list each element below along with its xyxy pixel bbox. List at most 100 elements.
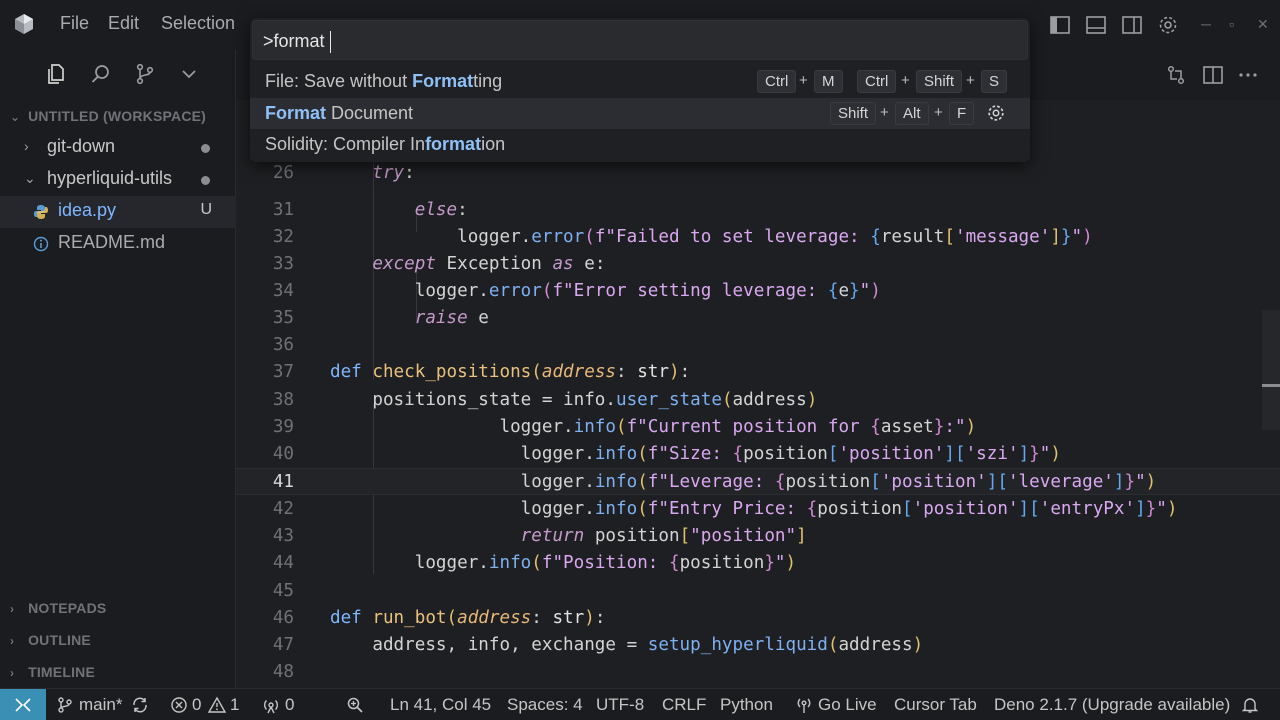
code-line: 42 logger.info(f"Entry Price: {position[… [272,499,1178,519]
deno-version-status[interactable]: Deno 2.1.7 (Upgrade available) [994,695,1230,715]
scrollbar-thumb[interactable] [1262,384,1280,387]
remote-connection-icon [15,698,31,712]
timeline-section[interactable]: › TIMELINE [10,664,95,680]
ports-count[interactable]: 0 [285,695,294,715]
code-line: 32 logger.error(f"Failed to set leverage… [272,227,1093,247]
sync-icon[interactable] [131,696,149,714]
chevron-right-icon: › [24,138,29,154]
search-icon[interactable] [89,62,113,86]
code-line: 37 def check_positions(address: str): [272,362,691,382]
menu-selection[interactable]: Selection [161,13,235,34]
status-bar: main* 0 1 0 Ln 41, Col 45 Spaces: 4 UTF-… [0,688,1280,720]
zoom-search-icon[interactable] [346,696,364,714]
compare-changes-icon[interactable] [1165,64,1187,86]
menu-file[interactable]: File [60,13,89,34]
source-control-icon[interactable] [133,62,157,86]
scrollbar-track[interactable] [1262,310,1280,430]
keybinding-key: Shift [916,70,963,93]
keybinding-key: Ctrl [857,70,897,93]
code-line: 34 logger.error(f"Error setting leverage… [272,281,881,301]
code-line: 44 logger.info(f"Position: {position}") [272,553,797,573]
keybinding-key: S [981,70,1008,93]
code-line: 36 [272,335,294,355]
code-line: 39 logger.info(f"Current position for {a… [272,417,977,437]
explorer-sidebar: ⌄ UNTITLED (WORKSPACE) › git-down ⌄ hype… [0,50,236,688]
code-line: 43 return position["position"] [272,526,807,546]
tree-file-idea-py[interactable]: idea.py U [0,196,236,228]
configure-keybinding-gear-icon[interactable] [986,103,1006,123]
tree-file-readme[interactable]: README.md [0,228,236,260]
encoding[interactable]: UTF-8 [596,695,644,715]
workspace-header[interactable]: ⌄ UNTITLED (WORKSPACE) [10,108,206,124]
notifications-bell-icon[interactable] [1241,696,1259,714]
maximize-icon[interactable]: ▫ [1229,16,1234,32]
code-line: 38 positions_state = info.user_state(add… [272,390,818,410]
outline-section[interactable]: › OUTLINE [10,632,91,648]
tree-folder-hyperliquid-utils[interactable]: ⌄ hyperliquid-utils [0,164,236,196]
code-line: 35 raise e [272,308,489,328]
go-live-broadcast-icon [797,698,811,713]
language-mode[interactable]: Python [720,695,773,715]
tree-item-label: README.md [58,232,166,252]
modified-dot-icon [201,144,210,153]
keybinding-key: M [814,70,843,93]
explorer-files-icon[interactable] [44,62,68,86]
code-line: 47 address, info, exchange = setup_hyper… [272,635,924,655]
code-editor[interactable]: 26 try: 31 else: 32 logger.error(f"Faile… [236,100,1280,688]
toggle-secondary-sidebar-icon[interactable] [1121,14,1143,36]
branch-icon [58,697,72,713]
warning-count[interactable]: 1 [230,695,239,715]
palette-item-save-without-formatting[interactable]: File: Save without Formatting Ctrl + M C… [250,66,1030,97]
toggle-panel-icon[interactable] [1085,14,1107,36]
palette-item-solidity-compiler-information[interactable]: Solidity: Compiler Information [250,129,1030,160]
keybinding-key: Shift [830,102,877,125]
chevron-right-icon: › [10,602,15,616]
python-file-icon [34,205,48,219]
cursor-position[interactable]: Ln 41, Col 45 [390,695,491,715]
chevron-down-icon[interactable] [177,62,201,86]
ports-broadcast-icon [264,700,278,714]
minimize-icon[interactable]: ─ [1201,16,1211,32]
chevron-down-icon: ⌄ [24,170,36,186]
chevron-right-icon: › [10,634,15,648]
close-icon[interactable]: ✕ [1257,16,1269,33]
code-line: 40 logger.info(f"Size: {position['positi… [272,444,1061,464]
modified-dot-icon [201,176,210,185]
cursor-tab-status[interactable]: Cursor Tab [894,695,977,715]
notepads-section[interactable]: › NOTEPADS [10,600,106,616]
toggle-sidebar-icon[interactable] [1049,14,1071,36]
command-palette-input[interactable]: >format [252,20,1028,60]
go-live-button[interactable]: Go Live [818,695,877,715]
chevron-down-icon: ⌄ [10,110,21,124]
tree-item-label: hyperliquid-utils [47,168,173,188]
menu-edit[interactable]: Edit [108,13,139,34]
command-palette: >format File: Save without Formatting Ct… [250,18,1030,162]
current-code-line: 41 logger.info(f"Leverage: {position['po… [236,468,1280,495]
line-endings[interactable]: CRLF [662,695,706,715]
code-line: 46 def run_bot(address: str): [272,608,606,628]
code-line: 31 else: [272,200,468,220]
chevron-right-icon: › [10,666,15,680]
tree-item-label: idea.py [58,200,117,220]
keybinding-key: Ctrl [757,70,797,93]
code-line: 45 [272,581,294,601]
untracked-badge: U [200,201,212,218]
info-icon [33,236,49,252]
split-editor-icon[interactable] [1202,64,1224,86]
indentation[interactable]: Spaces: 4 [507,695,583,715]
code-line: 48 [272,662,294,682]
palette-item-format-document[interactable]: Format Document Shift + Alt + F [250,98,1030,129]
app-logo-icon [15,14,33,34]
tree-folder-git-down[interactable]: › git-down [0,132,236,164]
error-count[interactable]: 0 [192,695,201,715]
keybinding-key: Alt [895,102,929,125]
git-branch[interactable]: main* [79,695,122,715]
code-line: 33 except Exception as e: [272,254,606,274]
remote-indicator[interactable] [0,689,46,720]
warning-icon [208,696,226,713]
keybinding-key: F [949,102,975,125]
error-icon [171,697,187,713]
text-caret [330,31,331,53]
settings-gear-icon[interactable] [1157,14,1179,36]
more-actions-icon[interactable] [1237,64,1259,86]
